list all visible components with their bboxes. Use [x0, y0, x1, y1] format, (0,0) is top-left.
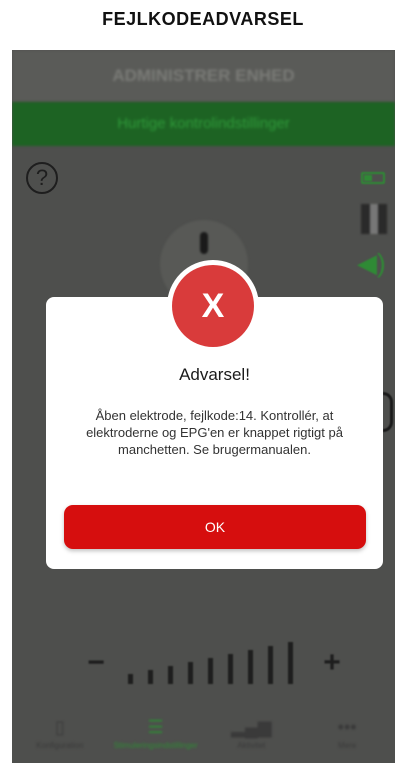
intensity-level-bar [128, 674, 133, 684]
bottom-nav: ▯ Konfiguration ☰ Stimuleringsindstillin… [12, 707, 395, 763]
intensity-level-bar [268, 646, 273, 684]
error-badge: X [167, 260, 259, 352]
quick-settings-banner: Hurtige kontrolindstillinger [12, 102, 395, 146]
battery-icon [361, 172, 385, 184]
intensity-level-bar [208, 658, 213, 684]
nav-item-configuration[interactable]: ▯ Konfiguration [12, 707, 108, 763]
nav-label: Aktivitet [237, 741, 266, 750]
question-circle-icon[interactable]: ? [26, 162, 58, 194]
nav-label: Stimuleringsindstillinger [113, 741, 198, 750]
bar-chart-icon: ▂▄▆ [231, 717, 272, 737]
ok-button[interactable]: OK [64, 505, 366, 549]
side-indicator [383, 392, 393, 432]
nav-label: Mere [338, 741, 357, 750]
nav-label: Konfiguration [36, 741, 84, 750]
nav-item-activity[interactable]: ▂▄▆ Aktivitet [204, 707, 300, 763]
app-header: ADMINISTRER ENHED [12, 50, 395, 102]
device-icon: ▯ [54, 717, 65, 737]
intensity-control: − + [12, 642, 395, 692]
intensity-level-bar [148, 670, 153, 684]
nav-item-more[interactable]: ••• Mere [299, 707, 395, 763]
intensity-level-bar [168, 666, 173, 684]
intensity-level-bar [288, 642, 293, 684]
decrease-button[interactable]: − [82, 648, 110, 678]
speaker-icon[interactable]: ◀) [357, 250, 387, 276]
x-icon: X [172, 265, 254, 347]
increase-button[interactable]: + [318, 648, 346, 678]
intensity-level-bars [124, 642, 304, 684]
more-icon: ••• [337, 717, 357, 737]
dialog-message: Åben elektrode, fejlkode:14. Kontrollér,… [86, 408, 343, 457]
equalizer-icon: ☰ [147, 717, 164, 737]
dialog-title: Advarsel! [179, 365, 250, 384]
intensity-level-bar [228, 654, 233, 684]
intensity-level-bar [248, 650, 253, 684]
intensity-level-bar [188, 662, 193, 684]
nav-item-stimulation-settings[interactable]: ☰ Stimuleringsindstillinger [108, 707, 204, 763]
epg-device-icon [361, 204, 387, 234]
page-caption: FEJLKODEADVARSEL [102, 9, 304, 29]
